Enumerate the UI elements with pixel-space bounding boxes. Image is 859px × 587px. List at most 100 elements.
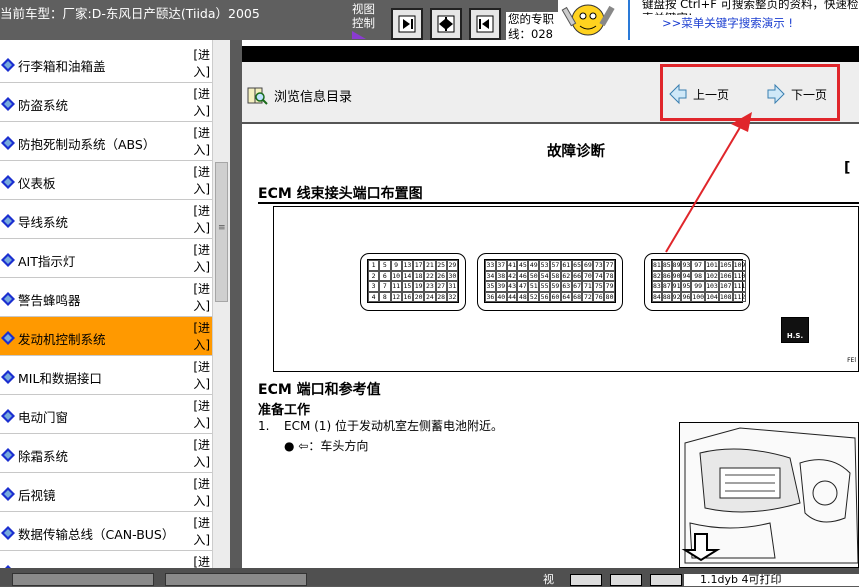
bottom-print-text: 1.1dyb 4可打印 bbox=[684, 574, 859, 586]
connector-pin: 24 bbox=[424, 291, 436, 302]
prev-page-button[interactable]: 上一页 bbox=[669, 83, 729, 105]
connector-pin: 50 bbox=[528, 270, 540, 281]
enter-link[interactable]: [进入] bbox=[188, 476, 210, 510]
step-1-number: 1. bbox=[258, 419, 270, 433]
current-car-model: 当前车型：厂家:D-东风日产颐达(Tiida）2005 bbox=[0, 6, 260, 21]
enter-link[interactable]: [进入] bbox=[188, 164, 210, 198]
diamond-icon bbox=[1, 370, 15, 384]
connector-pin: 72 bbox=[582, 291, 594, 302]
pane-divider[interactable] bbox=[230, 40, 242, 568]
sidebar-item[interactable]: 除霜系统 [进入] bbox=[0, 434, 212, 473]
connector-pin: 58 bbox=[549, 270, 561, 281]
connector-pin: 44 bbox=[506, 291, 518, 302]
connector-pin: 10 bbox=[390, 270, 402, 281]
diamond-icon bbox=[1, 292, 15, 306]
step-back-button[interactable] bbox=[469, 8, 501, 40]
step-forward-icon bbox=[398, 15, 416, 33]
scrollbar-thumb[interactable]: ≡ bbox=[215, 162, 228, 302]
sidebar-item[interactable]: 警告蜂鸣器 [进入] bbox=[0, 278, 212, 317]
bottom-nav-button-1[interactable] bbox=[570, 574, 602, 586]
connector-pin: 106 bbox=[718, 270, 733, 281]
connector-pin: 20 bbox=[413, 291, 425, 302]
sidebar-item[interactable]: 防抱死制动系统（ABS） [进入] bbox=[0, 122, 212, 161]
diamond-icon bbox=[1, 526, 15, 540]
sidebar-item-label: 仪表板 bbox=[18, 176, 56, 191]
enter-link[interactable]: [进入] bbox=[188, 437, 210, 471]
connector-2-pins: 33 37 41 45 49 53 57 61 65 69 73 77 34 38 42 46 50 54 58 62… bbox=[484, 259, 616, 303]
sidebar-item-label: MIL和数据接口 bbox=[18, 371, 102, 386]
support-hotline-text: 您的专职线：028 bbox=[506, 12, 562, 40]
connector-pin: 22 bbox=[424, 270, 436, 281]
sidebar-item[interactable]: MIL和数据接口 [进入] bbox=[0, 356, 212, 395]
sidebar-item[interactable]: 电动门窗 [进入] bbox=[0, 395, 212, 434]
view-control-text: 视图控制 bbox=[352, 2, 375, 30]
engine-bay-drawing bbox=[681, 427, 858, 564]
connector-pin: 110 bbox=[732, 270, 747, 281]
document-page: 故障诊断 [ ECM 线束接头端口布置图 1 5 9 13 17 21 25 29 2 6 10 14… bbox=[242, 126, 859, 568]
bottom-bar: 视 1.1dyb 4可打印 bbox=[0, 568, 859, 586]
enter-link[interactable]: [进入] bbox=[188, 359, 210, 393]
sidebar-item[interactable]: 发动机控制系统 [进入] bbox=[0, 317, 212, 356]
connector-pin: 91 bbox=[671, 281, 682, 292]
connector-pin: 51 bbox=[528, 281, 540, 292]
enter-link[interactable]: [进入] bbox=[188, 320, 210, 354]
enter-link[interactable]: [进 bbox=[188, 554, 210, 568]
toc-button[interactable]: 浏览信息目录 bbox=[246, 84, 352, 106]
enter-link[interactable]: [进入] bbox=[188, 86, 210, 120]
connector-2-housing: 33 37 41 45 49 53 57 61 65 69 73 77 34 38 42 46 50 54 58 62… bbox=[477, 253, 623, 311]
triangle-icon bbox=[352, 31, 366, 39]
connector-pin: 36 bbox=[485, 291, 496, 302]
connector-pin: 38 bbox=[495, 270, 507, 281]
connector-pin: 37 bbox=[495, 260, 507, 271]
sidebar-item[interactable]: 防盗系统 [进入] bbox=[0, 83, 212, 122]
step-forward-button[interactable] bbox=[391, 8, 423, 40]
connector-pin: 34 bbox=[485, 270, 496, 281]
pager-highlight-box: 上一页 下一页 bbox=[660, 64, 840, 121]
top-black-strip bbox=[242, 46, 859, 62]
enter-link[interactable]: [进入] bbox=[188, 398, 210, 432]
connector-pin: 32 bbox=[446, 291, 458, 302]
enter-link[interactable]: [进入] bbox=[188, 203, 210, 237]
connector-pin: 93 bbox=[681, 260, 692, 271]
connector-pin: 62 bbox=[560, 270, 572, 281]
connector-pin: 83 bbox=[652, 281, 662, 292]
bottom-tab-1[interactable] bbox=[12, 573, 154, 586]
connector-pin: 67 bbox=[571, 281, 583, 292]
connector-pin: 31 bbox=[446, 281, 458, 292]
enter-link[interactable]: [进入] bbox=[188, 281, 210, 315]
engine-bay-illustration bbox=[679, 422, 859, 568]
connector-pin: 7 bbox=[379, 281, 391, 292]
sidebar-item[interactable]: AIT指示灯 [进入] bbox=[0, 239, 212, 278]
enter-link[interactable]: [进入] bbox=[188, 515, 210, 549]
sidebar-item[interactable]: 导线系统 [进入] bbox=[0, 200, 212, 239]
connector-pin: 61 bbox=[560, 260, 572, 271]
diamond-icon bbox=[1, 253, 15, 267]
step-1: 1. ECM (1) 位于发动机室左侧蓄电池附近。 bbox=[258, 417, 503, 434]
connector-pin: 64 bbox=[560, 291, 572, 302]
sidebar-item[interactable]: 后视镜 [进入] bbox=[0, 473, 212, 512]
connector-pin: 59 bbox=[549, 281, 561, 292]
fit-width-button[interactable] bbox=[430, 8, 462, 40]
search-demo-link[interactable]: >>菜单关键字搜索演示 ! bbox=[662, 16, 859, 30]
enter-link[interactable]: [进入] bbox=[188, 125, 210, 159]
connector-pin: 99 bbox=[691, 281, 706, 292]
sidebar-item[interactable]: [进 bbox=[0, 551, 212, 568]
sidebar-item[interactable]: 仪表板 [进入] bbox=[0, 161, 212, 200]
bottom-tab-2[interactable] bbox=[165, 573, 307, 586]
connector-pin: 25 bbox=[435, 260, 447, 271]
connector-pin: 103 bbox=[705, 281, 719, 292]
bottom-nav-button-2[interactable] bbox=[610, 574, 642, 586]
next-page-button[interactable]: 下一页 bbox=[767, 83, 827, 105]
sidebar-item[interactable]: 数据传输总线（CAN-BUS） [进入] bbox=[0, 512, 212, 551]
bottom-nav-button-3[interactable] bbox=[650, 574, 682, 586]
connector-pin: 19 bbox=[413, 281, 425, 292]
sidebar-item[interactable]: 行李箱和油箱盖 [进入] bbox=[0, 44, 212, 83]
connector-pin: 30 bbox=[446, 270, 458, 281]
connector-pin: 48 bbox=[517, 291, 529, 302]
mascot-icon bbox=[561, 4, 615, 36]
enter-link[interactable]: [进入] bbox=[188, 242, 210, 276]
sidebar-scrollbar[interactable]: ≡ bbox=[212, 40, 230, 568]
enter-link[interactable]: [进入] bbox=[188, 47, 210, 81]
connector-pin: 49 bbox=[528, 260, 540, 271]
connector-pin: 107 bbox=[718, 281, 733, 292]
